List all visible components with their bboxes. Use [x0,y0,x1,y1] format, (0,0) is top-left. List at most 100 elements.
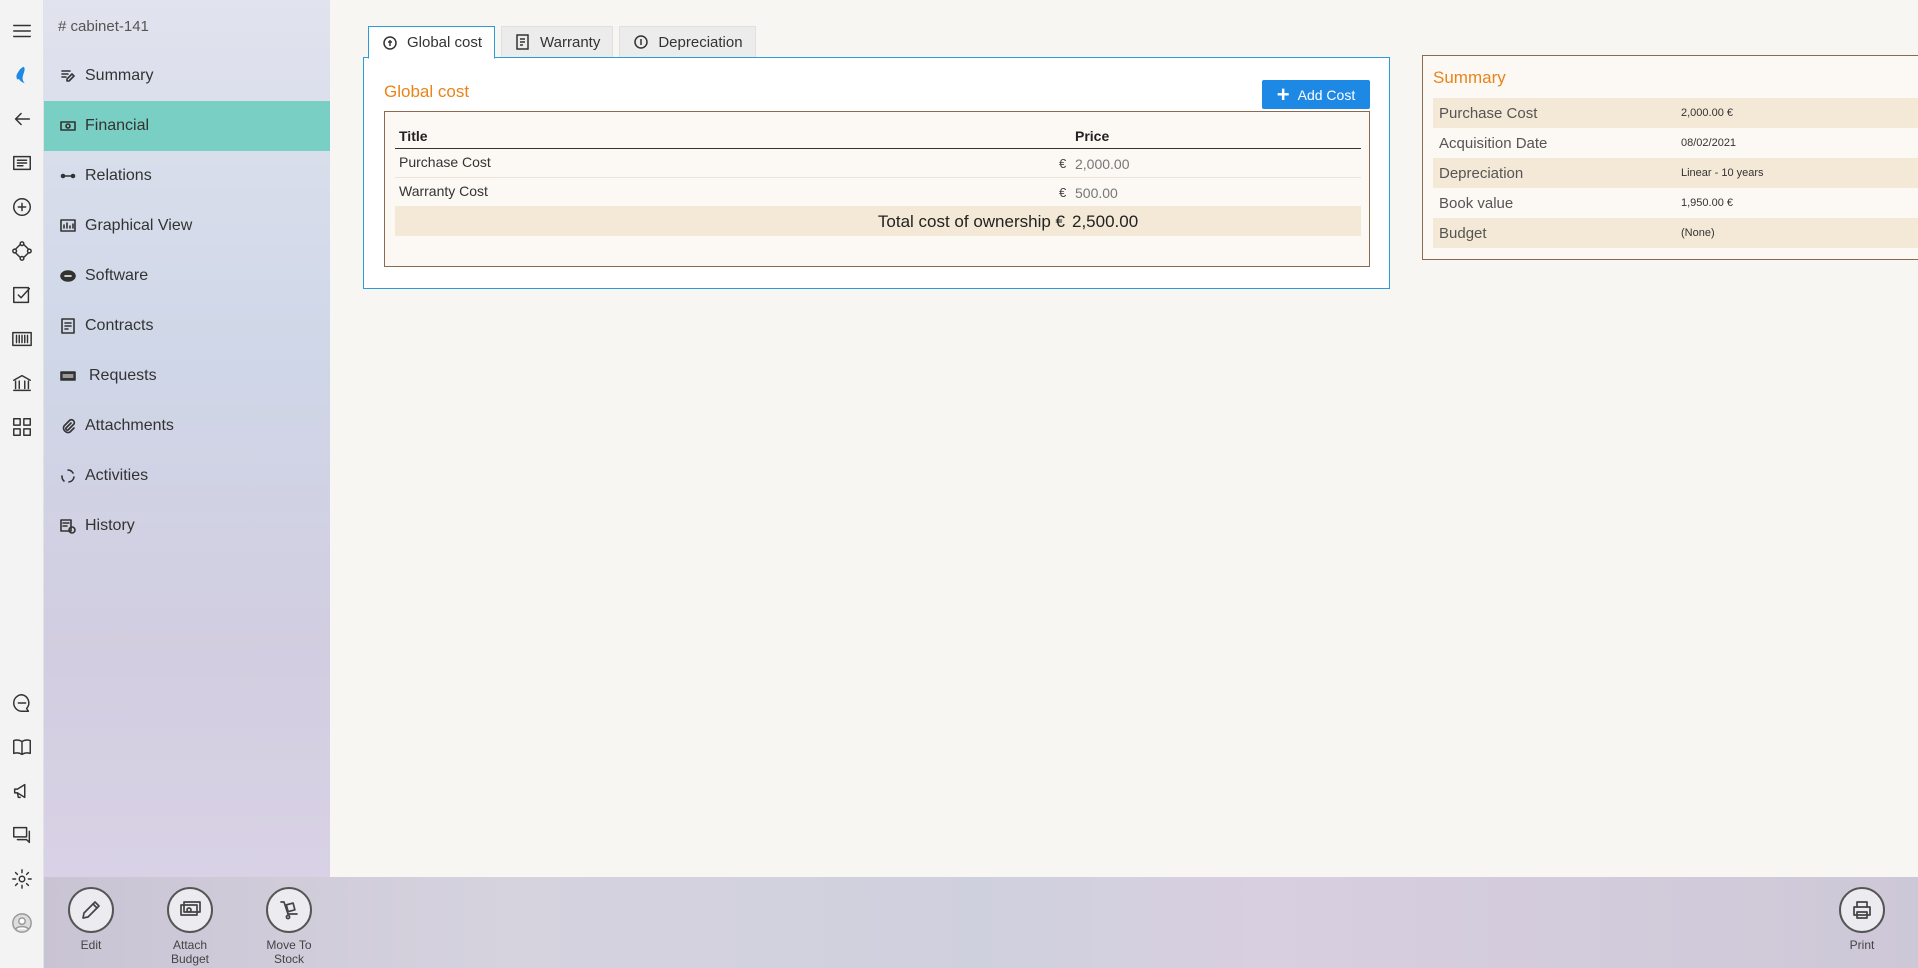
sidebar-item-activities[interactable]: Activities [44,451,330,501]
sidebar-item-summary[interactable]: Summary [44,51,330,101]
tab-label: Global cost [407,34,483,51]
hand-truck-icon [266,887,312,933]
settings-gear-icon[interactable] [8,865,36,893]
summary-row: Budget (None) [1433,218,1918,248]
sidebar-item-relations[interactable]: Relations [44,151,330,201]
tab-global-cost[interactable]: Global cost [368,26,496,59]
cost-table: Title Price Purchase Cost € 2,000.00 War… [384,111,1370,267]
global-cost-panel: Global cost + Add Cost Title Price Purch… [363,57,1390,289]
print-label: Print [1849,938,1875,952]
keyboard-icon [58,366,78,386]
tab-warranty[interactable]: Warranty [501,26,614,58]
summary-key: Acquisition Date [1439,135,1548,152]
edit-label: Edit [80,938,102,952]
cycle-icon [58,466,78,486]
sidebar-item-attachments[interactable]: Attachments [44,401,330,451]
sidebar-item-financial[interactable]: Financial [44,101,330,151]
sidebar-item-software[interactable]: Software [44,251,330,301]
bank-icon[interactable] [8,369,36,397]
sidebar-item-label: Contracts [85,317,154,334]
app-logo-icon[interactable] [8,61,36,89]
sidebar-item-contracts[interactable]: Contracts [44,301,330,351]
row-title: Warranty Cost [399,183,488,199]
sidebar-item-label: History [85,517,135,534]
row-title: Purchase Cost [399,154,491,170]
sidebar-item-requests[interactable]: Requests [44,351,330,401]
tab-depreciation[interactable]: Depreciation [619,26,756,58]
summary-row: Depreciation Linear - 10 years [1433,158,1918,188]
money-icon [58,116,78,136]
add-circle-icon[interactable] [8,193,36,221]
depreciation-icon [634,35,649,49]
summary-key: Budget [1439,225,1487,242]
apps-grid-icon[interactable] [8,413,36,441]
contract-icon [58,316,78,336]
plus-icon: + [1276,81,1290,107]
column-header-title: Title [399,128,428,144]
add-cost-label: Add Cost [1297,86,1356,103]
sidebar-item-label: Requests [89,367,157,384]
bottom-toolbar: Edit Attach Budget Move To Stock Print [44,877,1918,968]
row-price: 2,000.00 [1075,156,1130,172]
row-currency: € [1059,156,1067,171]
row-currency: € [1059,185,1067,200]
user-avatar-icon[interactable] [8,909,36,937]
total-row: Total cost of ownership € 2,500.00 [395,206,1361,236]
total-value: 2,500.00 [1072,212,1139,231]
sidebar-item-label: Software [85,267,149,284]
hamburger-menu-icon[interactable] [8,17,36,45]
ticket-list-icon[interactable] [8,149,36,177]
header-divider [395,148,1361,149]
graph-icon [58,216,78,236]
edit-pencil-icon [68,887,114,933]
financial-tabs: Global cost Warranty Depreciation [368,26,762,59]
megaphone-icon[interactable] [8,777,36,805]
summary-value: 1,950.00 € [1681,197,1733,209]
back-arrow-icon[interactable] [8,105,36,133]
sidebar: # cabinet-141 Summary Financial Relation… [44,0,330,877]
breadcrumb: # cabinet-141 [58,18,149,35]
attach-budget-label: Attach Budget [170,938,210,966]
chat-icon[interactable] [8,689,36,717]
sidebar-item-label: Attachments [85,417,174,434]
summary-key: Depreciation [1439,165,1524,182]
row-price: 500.00 [1075,185,1118,201]
edit-button[interactable]: Edit [51,887,131,952]
tab-label: Depreciation [658,33,743,51]
link-icon [58,166,78,186]
summary-value: Linear - 10 years [1681,167,1764,179]
attach-budget-icon [167,887,213,933]
print-button[interactable]: Print [1822,887,1902,952]
summary-value: (None) [1681,227,1715,239]
sidebar-item-label: Graphical View [85,217,193,234]
sidebar-item-label: Activities [85,467,149,484]
pencil-note-icon [58,66,78,86]
left-rail [0,0,44,968]
book-icon[interactable] [8,733,36,761]
task-check-icon[interactable] [8,281,36,309]
paperclip-icon [58,416,78,436]
summary-key: Book value [1439,195,1514,212]
workflow-icon[interactable] [8,237,36,265]
barcode-icon[interactable] [8,325,36,353]
sidebar-item-graphical-view[interactable]: Graphical View [44,201,330,251]
summary-row: Acquisition Date 08/02/2021 [1433,128,1918,158]
move-to-stock-button[interactable]: Move To Stock [249,887,329,966]
summary-value: 2,000.00 € [1681,107,1733,119]
sidebar-item-label: Relations [85,167,152,184]
global-cost-icon [383,35,397,50]
attach-budget-button[interactable]: Attach Budget [150,887,230,966]
sidebar-item-label: Financial [85,117,150,134]
summary-value: 08/02/2021 [1681,137,1737,149]
summary-title: Summary [1433,68,1506,87]
summary-row: Book value 1,950.00 € [1433,188,1918,218]
total-label: Total cost of ownership € [877,212,1065,231]
software-icon [58,266,78,286]
warranty-icon [516,34,529,50]
summary-key: Purchase Cost [1439,105,1538,122]
printer-icon [1839,887,1885,933]
sidebar-item-history[interactable]: History [44,501,330,551]
row-divider [395,177,1361,178]
messages-icon[interactable] [8,821,36,849]
add-cost-button[interactable]: + Add Cost [1262,80,1370,109]
